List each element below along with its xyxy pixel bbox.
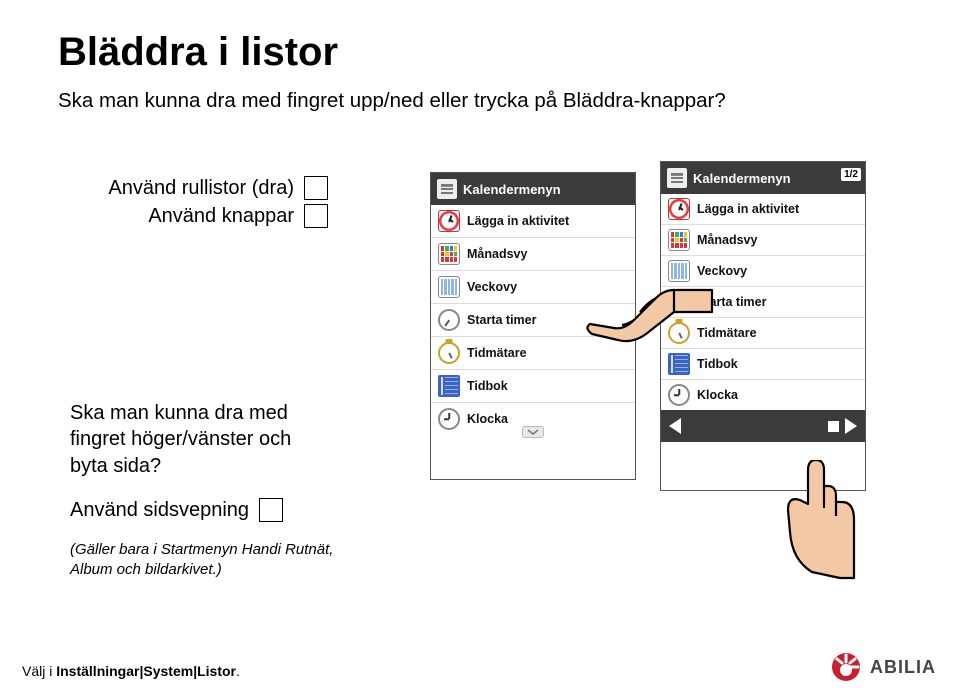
page-subtitle: Ska man kunna dra med fingret upp/ned el…	[58, 87, 902, 115]
stopwatch-icon	[438, 342, 460, 364]
month-grid-icon	[668, 229, 690, 251]
option-knappar-label: Använd knappar	[148, 205, 294, 228]
tap-hand-icon	[778, 460, 864, 580]
book-icon	[438, 375, 460, 397]
clock-icon	[668, 384, 690, 406]
list-item[interactable]: Månadsvy	[431, 238, 635, 271]
list-item[interactable]: Klocka	[431, 403, 635, 440]
option-sidsvepning-label: Använd sidsvepning	[70, 499, 249, 522]
list-item-label: Månadsvy	[697, 233, 757, 247]
page-next-button[interactable]	[845, 418, 857, 434]
clock-red-icon	[668, 198, 690, 220]
list-item-label: Klocka	[697, 388, 738, 402]
list-item-label: Tidmätare	[467, 346, 527, 360]
list-item-label: Veckovy	[697, 264, 747, 278]
phone2-header: Kalendermenyn 1/2	[661, 162, 865, 194]
clock-icon	[438, 408, 460, 430]
list-item-label: Veckovy	[467, 280, 517, 294]
option-note: (Gäller bara i Startmenyn Handi Rutnät, …	[70, 540, 340, 581]
footer-suffix: .	[236, 663, 240, 679]
brand-logo: ABILIA	[830, 651, 936, 683]
list-item[interactable]: Månadsvy	[661, 225, 865, 256]
list-icon	[437, 179, 457, 199]
swipe-hand-icon	[584, 278, 714, 368]
option-sidsvepning-checkbox[interactable]	[259, 498, 283, 522]
option-rullistor-label: Använd rullistor (dra)	[108, 177, 294, 200]
list-item-label: Månadsvy	[467, 247, 527, 261]
phone2-footer	[661, 410, 865, 442]
brand-name: ABILIA	[870, 657, 936, 678]
list-item[interactable]: Klocka	[661, 380, 865, 410]
brand-mark-icon	[830, 651, 862, 683]
timer-icon	[438, 309, 460, 331]
list-icon	[667, 168, 687, 188]
page-title: Bläddra i listor	[58, 30, 902, 75]
footer-prefix: Välj i	[22, 663, 56, 679]
list-item-label: Lägga in aktivitet	[697, 202, 799, 216]
question-swipe-sideways: Ska man kunna dra med fingret höger/väns…	[70, 400, 325, 479]
page-stop-button[interactable]	[828, 421, 839, 432]
option-rullistor-checkbox[interactable]	[304, 176, 328, 200]
phone1-header-title: Kalendermenyn	[463, 182, 561, 197]
list-item-label: Lägga in aktivitet	[467, 214, 569, 228]
month-grid-icon	[438, 243, 460, 265]
week-columns-icon	[438, 276, 460, 298]
list-item-label: Starta timer	[467, 313, 536, 327]
list-item[interactable]: Lägga in aktivitet	[431, 205, 635, 238]
footer-instruction: Välj i Inställningar|System|Listor.	[22, 663, 240, 679]
footer-path: Inställningar|System|Listor	[56, 663, 236, 679]
phone1-header: Kalendermenyn	[431, 173, 635, 205]
phone2-header-title: Kalendermenyn	[693, 171, 791, 186]
page-prev-button[interactable]	[669, 418, 681, 434]
page-indicator: 1/2	[841, 168, 861, 181]
list-item-label: Klocka	[467, 412, 508, 426]
chevron-down-icon[interactable]	[522, 426, 544, 438]
clock-red-icon	[438, 210, 460, 232]
list-item[interactable]: Lägga in aktivitet	[661, 194, 865, 225]
list-item[interactable]: Tidbok	[431, 370, 635, 403]
list-item-label: Tidbok	[467, 379, 508, 393]
option-knappar-checkbox[interactable]	[304, 204, 328, 228]
